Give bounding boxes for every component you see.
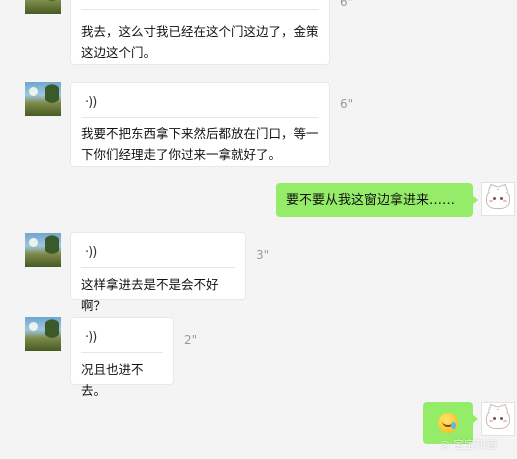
voice-duration: 2" (184, 333, 198, 347)
divider (81, 9, 319, 10)
voice-transcript: 我要不把东西拿下来然后都放在门口，等一下你们经理走了你过来一拿就好了。 (81, 126, 319, 162)
voice-duration: 6" (340, 97, 354, 111)
laughing-tears-emoji-icon (438, 413, 458, 433)
voice-transcript: 这样拿进去是不是会不好啊？ (81, 277, 219, 313)
contact-avatar[interactable] (25, 233, 61, 267)
voice-duration: 6" (340, 0, 354, 9)
voice-play-icon[interactable]: ·)) (85, 330, 97, 345)
message-text: 要不要从我这窗边拿进来…… (286, 193, 456, 208)
divider (81, 267, 235, 268)
divider (81, 117, 319, 118)
contact-avatar[interactable] (25, 317, 61, 351)
voice-message-bubble[interactable]: ·)) 这样拿进去是不是会不好啊？ (70, 232, 246, 313)
voice-transcript: 我去，这么寸我已经在这个门这边了，金策这边这个门。 (81, 24, 319, 60)
voice-message-bubble[interactable]: ·)) 我去，这么寸我已经在这个门这边了，金策这边这个门。 (70, 0, 330, 65)
watermark: ◎ 宝宝知道 (440, 438, 498, 451)
cat-avatar-icon (486, 189, 510, 209)
voice-play-icon[interactable]: ·)) (85, 245, 97, 260)
bubble-tail (472, 195, 478, 205)
voice-transcript: 况且也进不去。 (81, 362, 144, 398)
voice-play-icon[interactable]: ·)) (85, 95, 97, 110)
contact-avatar[interactable] (25, 82, 61, 116)
my-avatar[interactable] (481, 402, 515, 436)
my-avatar[interactable] (481, 182, 515, 216)
voice-message-bubble[interactable]: ·)) 况且也进不去。 (70, 317, 174, 398)
voice-message-bubble[interactable]: ·)) 我要不把东西拿下来然后都放在门口，等一下你们经理走了你过来一拿就好了。 (70, 82, 330, 167)
divider (81, 352, 163, 353)
bubble-tail (472, 414, 478, 424)
cat-avatar-icon (486, 409, 510, 429)
voice-duration: 3" (256, 248, 270, 262)
contact-avatar[interactable] (25, 0, 61, 14)
sent-message-bubble[interactable]: 要不要从我这窗边拿进来…… (276, 183, 478, 217)
